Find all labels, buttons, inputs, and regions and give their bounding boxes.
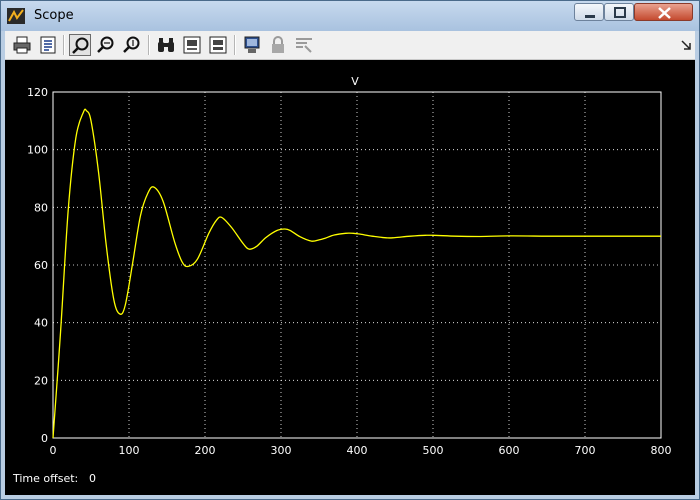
tick-labels: 0 100 200 300 400 500 600 700 800 0 20 40 60 80 100 120	[27, 86, 672, 457]
grid	[53, 92, 661, 438]
save-axes-icon	[183, 36, 201, 54]
printer-icon	[13, 36, 31, 54]
x-tick-label: 100	[119, 444, 140, 457]
title-bar[interactable]: Scope	[1, 1, 699, 31]
y-tick-label: 80	[34, 201, 48, 214]
y-tick-label: 60	[34, 259, 48, 272]
zoom-y-button[interactable]	[121, 34, 143, 56]
autoscale-button[interactable]	[155, 34, 177, 56]
lock-icon	[272, 36, 284, 53]
zoom-icon	[72, 37, 89, 54]
x-tick-label: 700	[575, 444, 596, 457]
close-button[interactable]	[634, 3, 693, 21]
restore-axes-icon	[209, 36, 227, 54]
zoom-button[interactable]	[69, 34, 91, 56]
toolbar-separator	[63, 35, 65, 55]
x-tick-label: 500	[423, 444, 444, 457]
parameters-button[interactable]	[37, 34, 59, 56]
zoom-y-icon	[123, 36, 140, 53]
y-tick-label: 40	[34, 317, 48, 330]
time-offset-value: 0	[89, 472, 96, 485]
floating-scope-button[interactable]	[241, 34, 263, 56]
y-tick-label: 0	[41, 432, 48, 445]
lock-axes-button[interactable]	[267, 34, 289, 56]
signal-selection-icon	[296, 38, 312, 53]
maximize-icon	[614, 7, 626, 18]
simulink-scope-icon	[7, 8, 25, 24]
x-tick-label: 400	[347, 444, 368, 457]
zoom-x-icon	[97, 36, 114, 53]
minimize-button[interactable]	[574, 3, 604, 21]
scope-window: Scope V 0 100 200 300 400 500 600 700 80…	[0, 0, 700, 500]
y-tick-label: 120	[27, 86, 48, 99]
plot-title: V	[351, 75, 359, 88]
x-tick-label: 200	[195, 444, 216, 457]
zoom-x-button[interactable]	[95, 34, 117, 56]
x-tick-label: 0	[50, 444, 57, 457]
window-title: Scope	[34, 8, 74, 23]
scope-axes[interactable]: V 0 100 200 300 400 500 600 700 800 0 20 40 60 80 100 1…	[5, 60, 695, 495]
close-icon	[658, 7, 671, 19]
x-tick-label: 600	[499, 444, 520, 457]
floating-scope-icon	[244, 36, 260, 53]
restore-axes-button[interactable]	[207, 34, 229, 56]
maximize-button[interactable]	[604, 3, 634, 21]
save-axes-button[interactable]	[181, 34, 203, 56]
toolbar-separator	[148, 35, 150, 55]
scope-toolbar	[5, 31, 695, 60]
dock-arrow-icon[interactable]	[679, 37, 693, 51]
binoculars-icon	[158, 38, 174, 52]
y-tick-label: 100	[27, 144, 48, 157]
signal-selection-button[interactable]	[293, 34, 315, 56]
parameters-icon	[40, 36, 56, 54]
minimize-icon	[585, 15, 595, 18]
toolbar-separator	[234, 35, 236, 55]
y-tick-label: 20	[34, 374, 48, 387]
time-offset-label: Time offset:	[13, 472, 79, 485]
x-tick-label: 300	[271, 444, 292, 457]
print-button[interactable]	[11, 34, 33, 56]
scope-plot-area: V 0 100 200 300 400 500 600 700 800 0 20 40 60 80 100 1…	[5, 60, 695, 495]
x-tick-label: 800	[651, 444, 672, 457]
